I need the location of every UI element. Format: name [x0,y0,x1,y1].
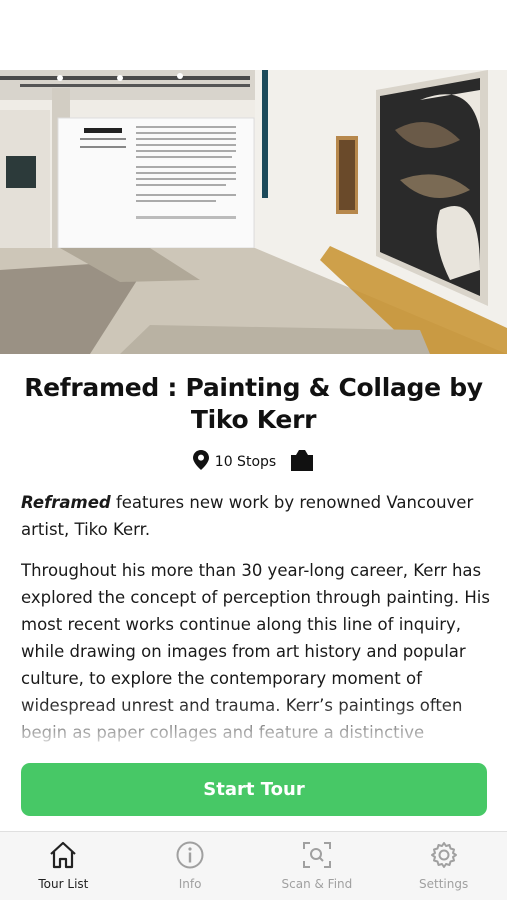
stops-count: 10 Stops [214,454,277,470]
hero-image [0,70,507,354]
intro-paragraph: Reframed features new work by renowned V… [21,489,491,543]
tab-tour-list[interactable]: Tour List [0,832,127,900]
info-icon [175,841,205,873]
status-bar [0,0,507,70]
tab-info[interactable]: Info [127,832,254,900]
scan-icon [302,841,332,873]
map-pin-icon [192,450,209,474]
tour-meta: 10 Stops [0,449,507,475]
description-fade [0,700,507,750]
gear-icon [429,841,459,873]
tour-title: Reframed : Painting & Collage by Tiko Ke… [24,373,483,434]
tab-info-label: Info [178,877,202,891]
intro-emphasis: Reframed [21,493,111,512]
tab-scan-find[interactable]: Scan & Find [254,832,381,900]
tab-tour-list-label: Tour List [38,877,89,891]
home-icon [48,841,78,873]
tab-settings[interactable]: Settings [380,832,507,900]
tab-bar: Tour List Info Scan & Find Settings [0,831,507,900]
bag-icon[interactable] [290,449,314,475]
start-tour-button[interactable]: Start Tour [21,763,487,816]
tab-scan-find-label: Scan & Find [281,877,353,891]
tab-settings-label: Settings [419,877,469,891]
